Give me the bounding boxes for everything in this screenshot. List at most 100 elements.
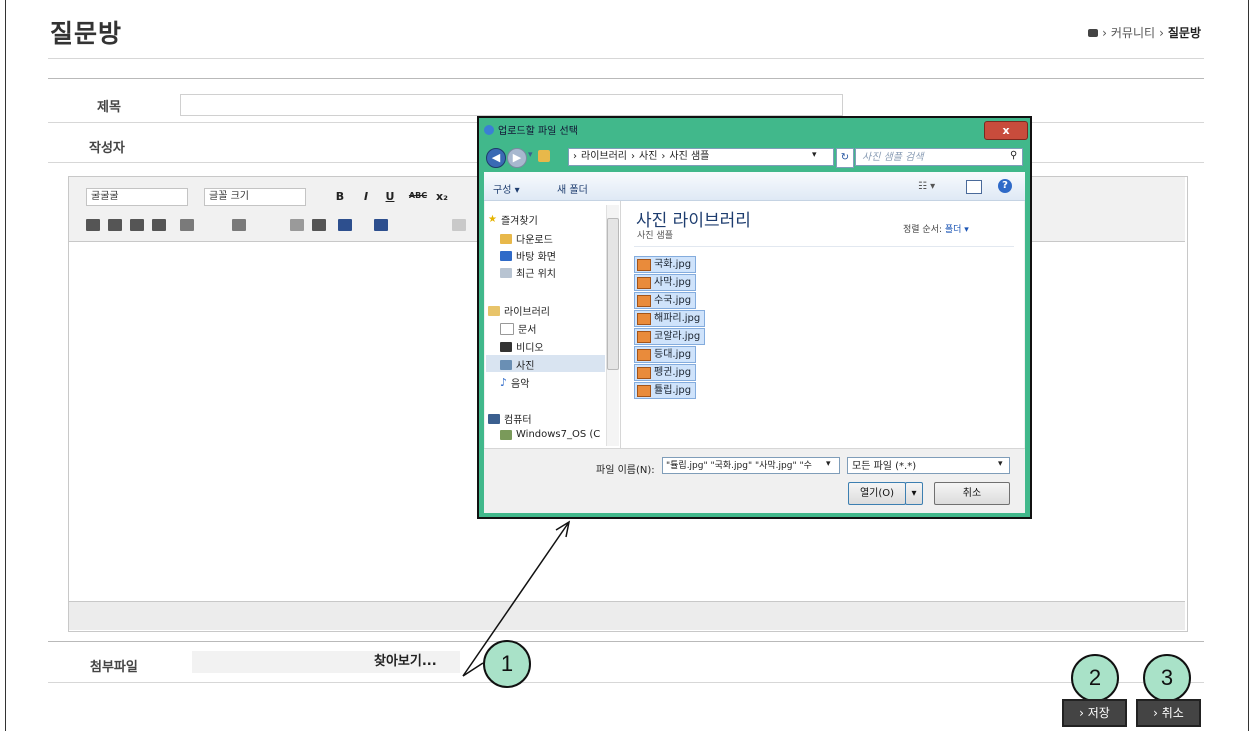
- file-item[interactable]: 수국.jpg: [634, 292, 697, 309]
- nav-pictures[interactable]: 사진: [500, 357, 534, 372]
- author-label: 작성자: [89, 141, 125, 156]
- close-button[interactable]: x: [984, 121, 1028, 140]
- home-icon[interactable]: [1088, 28, 1099, 37]
- link-icon[interactable]: [452, 219, 466, 231]
- dialog-cancel-button[interactable]: 취소: [934, 482, 1010, 505]
- nav-favorites[interactable]: ★ 즐겨찾기: [488, 212, 538, 227]
- organize-button[interactable]: 구성 ▾: [493, 181, 520, 196]
- breadcrumb-sep: ›: [661, 151, 666, 162]
- nav-recent-label: 최근 위치: [516, 269, 556, 280]
- preview-pane-icon[interactable]: [966, 180, 982, 194]
- highlight-color-icon[interactable]: [374, 219, 388, 231]
- font-family-select[interactable]: 굴굴굴: [86, 188, 188, 206]
- image-file-icon: [637, 276, 651, 289]
- breadcrumb-community[interactable]: 커뮤니티: [1111, 24, 1155, 41]
- filetype-dropdown-icon[interactable]: ▾: [998, 459, 1003, 469]
- align-justify-icon[interactable]: [152, 219, 166, 231]
- refresh-icon[interactable]: ↻: [836, 148, 854, 168]
- music-icon: ♪: [500, 376, 508, 389]
- search-icon[interactable]: ⚲: [1010, 150, 1017, 161]
- folder-icon: [538, 150, 550, 162]
- bullet-list-icon[interactable]: [232, 219, 246, 231]
- address-sample[interactable]: 사진 샘플: [669, 148, 709, 166]
- search-input[interactable]: 사진 샘플 검색: [855, 148, 1023, 166]
- file-name: 사막.jpg: [654, 277, 692, 288]
- nav-music-label: 음악: [511, 379, 530, 390]
- page-title: 질문방: [50, 19, 123, 48]
- align-center-icon[interactable]: [108, 219, 122, 231]
- forward-icon[interactable]: ▶: [507, 148, 527, 168]
- file-item[interactable]: 국화.jpg: [634, 256, 697, 273]
- sort-value[interactable]: 폴더 ▾: [945, 225, 969, 235]
- nav-videos[interactable]: 비디오: [500, 339, 544, 354]
- file-item[interactable]: 등대.jpg: [634, 346, 697, 363]
- annotation-circle-1: 1: [483, 640, 531, 688]
- underline-button[interactable]: U: [380, 190, 400, 203]
- file-name: 튤립.jpg: [654, 385, 692, 396]
- open-button[interactable]: 열기(O): [848, 482, 906, 505]
- nav-documents[interactable]: 문서: [500, 321, 536, 336]
- address-bar[interactable]: › 라이브러리 › 사진 › 사진 샘플: [568, 148, 834, 166]
- image-file-icon: [637, 330, 651, 343]
- text-color-icon[interactable]: [338, 219, 352, 231]
- filename-dropdown-icon[interactable]: ▾: [826, 459, 831, 469]
- breadcrumb-sep: ›: [1102, 25, 1107, 40]
- new-folder-button[interactable]: 새 폴더: [557, 181, 588, 196]
- browse-button[interactable]: 찾아보기...: [364, 649, 447, 675]
- bold-button[interactable]: B: [330, 190, 350, 203]
- image-file-icon: [637, 312, 651, 325]
- nav-pictures-label: 사진: [516, 361, 535, 372]
- filename-input[interactable]: "튤립.jpg" "국화.jpg" "사막.jpg" "수: [662, 457, 840, 474]
- nav-scrollbar-thumb[interactable]: [607, 218, 619, 370]
- sort-control[interactable]: 정렬 순서: 폴더 ▾: [903, 222, 969, 235]
- ie-icon: [484, 124, 494, 135]
- file-item[interactable]: 튤립.jpg: [634, 382, 697, 399]
- subject-input[interactable]: [180, 94, 843, 116]
- italic-button[interactable]: I: [356, 190, 376, 203]
- address-dropdown-icon[interactable]: ▾: [812, 150, 817, 160]
- outdent-icon[interactable]: [290, 219, 304, 231]
- align-left-icon[interactable]: [86, 219, 100, 231]
- nav-downloads[interactable]: 다운로드: [500, 231, 553, 246]
- file-item[interactable]: 사막.jpg: [634, 274, 697, 291]
- computer-icon: [488, 413, 500, 424]
- file-name: 등대.jpg: [654, 349, 692, 360]
- drive-icon: [500, 429, 512, 440]
- nav-drive[interactable]: Windows7_OS (C: [500, 429, 600, 440]
- file-item[interactable]: 펭귄.jpg: [634, 364, 697, 381]
- back-icon[interactable]: ◀: [486, 148, 506, 168]
- address-libraries[interactable]: 라이브러리: [581, 148, 627, 166]
- dialog-title-text: 업로드할 파일 선택: [498, 126, 578, 137]
- nav-downloads-label: 다운로드: [516, 235, 553, 246]
- nav-libraries[interactable]: 라이브러리: [488, 303, 550, 318]
- save-button[interactable]: › 저장: [1062, 699, 1127, 727]
- nav-documents-label: 문서: [518, 325, 537, 336]
- subscript-button[interactable]: x₂: [432, 190, 452, 203]
- breadcrumb-sep: ›: [1159, 25, 1164, 40]
- view-icon[interactable]: ☷ ▾: [918, 181, 935, 192]
- nav-desktop-label: 바탕 화면: [516, 252, 556, 263]
- star-icon: ★: [488, 214, 497, 225]
- file-item[interactable]: 해파리.jpg: [634, 310, 706, 327]
- breadcrumb-sep: ›: [573, 151, 577, 162]
- numbered-list-icon[interactable]: [180, 219, 194, 231]
- font-size-select[interactable]: 글꼴 크기: [204, 188, 306, 206]
- cancel-button[interactable]: › 취소: [1136, 699, 1201, 727]
- align-right-icon[interactable]: [130, 219, 144, 231]
- nav-desktop[interactable]: 바탕 화면: [500, 248, 556, 263]
- address-pictures[interactable]: 사진: [639, 148, 657, 166]
- video-icon: [500, 341, 512, 352]
- annotation-circle-3: 3: [1143, 654, 1191, 702]
- filetype-select[interactable]: 모든 파일 (*.*): [847, 457, 1010, 474]
- open-dropdown-icon[interactable]: ▾: [905, 482, 923, 505]
- nav-recent[interactable]: 최근 위치: [500, 265, 556, 280]
- indent-icon[interactable]: [312, 219, 326, 231]
- help-icon[interactable]: ?: [998, 179, 1012, 193]
- strikethrough-button[interactable]: ABC: [408, 191, 428, 200]
- nav-computer[interactable]: 컴퓨터: [488, 411, 532, 426]
- file-item[interactable]: 코알라.jpg: [634, 328, 706, 345]
- nav-music[interactable]: ♪ 음악: [500, 375, 529, 390]
- nav-favorites-label: 즐겨찾기: [500, 216, 538, 227]
- history-dropdown-icon[interactable]: ▾: [528, 150, 533, 160]
- image-file-icon: [637, 294, 651, 307]
